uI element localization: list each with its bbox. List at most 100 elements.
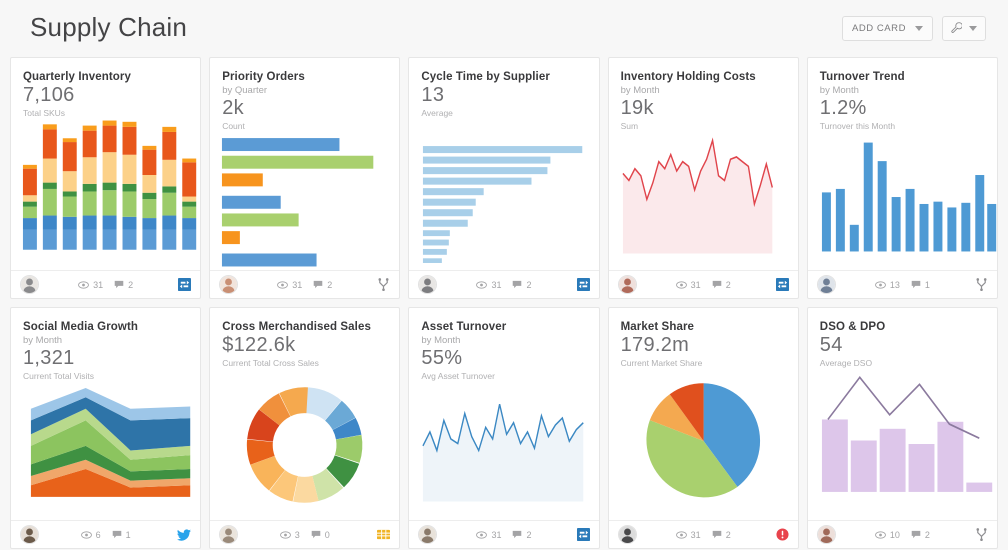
chevron-down-icon [915, 26, 923, 31]
comment-count-value: 2 [725, 279, 731, 290]
card-header: Cycle Time by Supplier 13 Average [409, 58, 598, 118]
card-priority-orders[interactable]: Priority Orders by Quarter 2k Count 31 2 [209, 57, 401, 299]
card-title: Turnover Trend [819, 71, 905, 83]
view-count[interactable]: 6 [80, 530, 101, 540]
comment-icon [911, 530, 921, 539]
card-stats: 31 2 [409, 280, 598, 290]
comment-count[interactable]: 2 [313, 280, 332, 290]
comment-count-value: 1 [924, 279, 930, 290]
avatar[interactable] [617, 275, 637, 294]
card-stats: 13 1 [808, 280, 997, 290]
eye-icon [80, 530, 92, 539]
comment-icon [114, 280, 124, 289]
comment-icon [311, 530, 321, 539]
card-header: Turnover Trend by Month 1.2% Turnover th… [808, 58, 997, 131]
avatar[interactable] [816, 275, 836, 294]
pareto-bar-chart [409, 118, 598, 270]
view-count-value: 31 [690, 529, 701, 540]
comment-count[interactable]: 2 [512, 530, 532, 540]
settings-button[interactable] [942, 16, 986, 41]
comment-count[interactable]: 2 [114, 280, 133, 290]
card-kpi-label: Average [421, 108, 453, 118]
card-inventory-holding-costs[interactable]: Inventory Holding Costs by Month 19k Sum… [607, 57, 799, 299]
line-area-chart [409, 381, 598, 520]
comment-count[interactable]: 0 [311, 530, 330, 540]
eye-icon [675, 530, 687, 539]
comment-count[interactable]: 2 [712, 280, 731, 290]
alert-icon[interactable] [776, 528, 789, 541]
combo-bar-line-chart [808, 368, 997, 520]
card-stats: 31 2 [609, 530, 798, 540]
card-cycle-time-by-supplier[interactable]: Cycle Time by Supplier 13 Average 31 2 [408, 57, 600, 299]
spreadsheet-icon[interactable] [377, 528, 391, 541]
sql-server-icon[interactable] [576, 278, 590, 291]
card-subtitle: by Month [23, 335, 63, 346]
comment-icon [712, 280, 722, 289]
merge-icon[interactable] [975, 278, 988, 291]
view-count[interactable]: 13 [875, 280, 900, 290]
view-count[interactable]: 31 [675, 529, 701, 540]
avatar[interactable] [418, 525, 438, 544]
eye-icon [277, 280, 289, 289]
sql-server-icon[interactable] [576, 528, 590, 541]
avatar[interactable] [20, 275, 39, 294]
merge-icon[interactable] [377, 278, 390, 291]
card-stats: 31 2 [210, 280, 399, 290]
view-count[interactable]: 31 [277, 280, 302, 290]
view-count[interactable]: 31 [476, 280, 501, 290]
card-footer: 31 2 [409, 270, 599, 298]
view-count[interactable]: 31 [675, 280, 701, 290]
comment-count[interactable]: 1 [112, 530, 131, 540]
card-cross-merchandised-sales[interactable]: Cross Merchandised Sales $122.6k Current… [209, 307, 401, 549]
sql-server-icon[interactable] [775, 278, 789, 291]
card-turnover-trend[interactable]: Turnover Trend by Month 1.2% Turnover th… [806, 57, 998, 299]
comment-count[interactable]: 2 [512, 280, 532, 290]
merge-icon[interactable] [975, 528, 988, 541]
chevron-down-icon [969, 26, 977, 31]
card-asset-turnover[interactable]: Asset Turnover by Month 55% Avg Asset Tu… [408, 307, 600, 549]
card-kpi: $122.6k [222, 334, 296, 356]
comment-count[interactable]: 1 [911, 280, 930, 290]
view-count[interactable]: 10 [875, 530, 900, 540]
avatar[interactable] [816, 525, 836, 544]
eye-icon [279, 530, 291, 539]
avatar[interactable] [219, 525, 239, 544]
comment-count[interactable]: 2 [911, 530, 930, 540]
card-kpi: 55% [421, 347, 463, 369]
page-title: Supply Chain [30, 11, 188, 42]
view-count[interactable]: 31 [78, 280, 103, 290]
card-dso-dpo[interactable]: DSO & DPO 54 Average DSO 10 2 [806, 307, 998, 549]
card-kpi-label: Turnover this Month [819, 121, 896, 131]
avatar[interactable] [219, 275, 239, 294]
card-quarterly-inventory[interactable]: Quarterly Inventory 7,106 Total SKUs 31 … [10, 57, 202, 299]
avatar[interactable] [20, 525, 39, 544]
card-stats: 31 2 [11, 280, 200, 290]
top-bar: Supply Chain ADD CARD [0, 0, 1008, 57]
horizontal-grouped-bar-chart [210, 131, 399, 270]
comment-count[interactable]: 2 [712, 530, 731, 540]
card-header: Quarterly Inventory 7,106 Total SKUs [11, 58, 200, 118]
card-kpi-label: Avg Asset Turnover [421, 371, 495, 381]
card-footer: 6 1 [11, 520, 201, 548]
card-market-share[interactable]: Market Share 179.2m Current Market Share [607, 307, 799, 549]
sql-server-icon[interactable] [178, 278, 192, 291]
eye-icon [875, 530, 886, 539]
add-card-button[interactable]: ADD CARD [841, 16, 933, 41]
comment-count-value: 1 [125, 529, 131, 540]
view-count[interactable]: 31 [476, 530, 501, 540]
card-header: Priority Orders by Quarter 2k Count [210, 58, 399, 131]
card-kpi: 54 [819, 334, 843, 356]
card-kpi-label: Current Total Visits [23, 371, 95, 381]
donut-chart [210, 368, 399, 520]
view-count[interactable]: 3 [279, 530, 300, 540]
twitter-icon[interactable] [177, 528, 192, 541]
card-footer: 10 2 [807, 520, 997, 548]
avatar[interactable] [418, 275, 438, 294]
card-footer: 31 2 [409, 520, 599, 548]
avatar[interactable] [617, 525, 637, 544]
card-subtitle: by Month [421, 335, 461, 346]
card-social-media-growth[interactable]: Social Media Growth by Month 1,321 Curre… [10, 307, 202, 549]
card-title: Inventory Holding Costs [620, 71, 756, 83]
card-kpi: 2k [222, 97, 244, 119]
card-title: Cycle Time by Supplier [421, 71, 550, 83]
